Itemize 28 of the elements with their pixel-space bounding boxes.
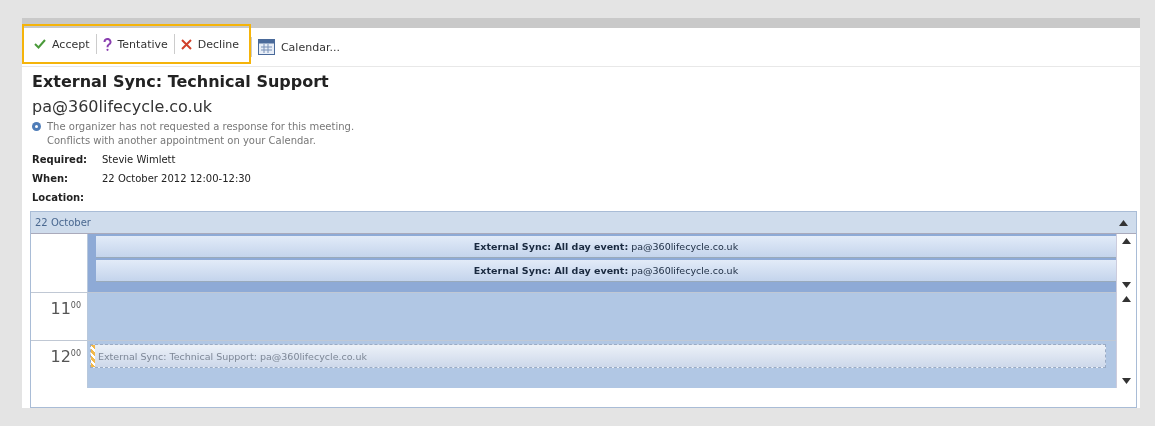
field-value: Stevie Wimlett xyxy=(102,153,177,167)
question-mark-icon xyxy=(102,37,112,51)
info-message: The organizer has not requested a response for this meeting. xyxy=(47,120,355,134)
organizer-email: pa@360lifecycle.co.uk xyxy=(32,97,214,116)
cross-icon xyxy=(180,38,192,50)
scroll-down-icon[interactable] xyxy=(1122,282,1131,288)
calendar-button[interactable]: Calendar... xyxy=(251,35,346,59)
accept-button[interactable]: Accept xyxy=(28,32,96,56)
scroll-up-icon[interactable] xyxy=(1119,219,1128,226)
field-value: 22 October 2012 12:00-12:30 xyxy=(102,172,252,186)
meeting-title: External Sync: Technical Support xyxy=(32,72,330,91)
hour-label: 12$^{00}$ xyxy=(31,340,88,388)
scroll-down-icon[interactable] xyxy=(1122,378,1131,384)
all-day-event[interactable]: External Sync: All day event: pa@360lifecycle.co.uk xyxy=(96,260,1116,282)
scroll-up-icon[interactable] xyxy=(1122,296,1131,302)
date-header: 22 October xyxy=(35,217,91,228)
check-icon xyxy=(34,39,46,49)
scroll-up-icon[interactable] xyxy=(1122,238,1131,244)
field-label: Location: xyxy=(32,191,86,205)
hour-label: 11$^{00}$ xyxy=(31,292,88,340)
info-icon xyxy=(32,122,41,131)
all-day-event[interactable]: External Sync: All day event: pa@360lifecycle.co.uk xyxy=(96,236,1116,258)
field-label: When: xyxy=(32,172,70,186)
info-message: Conflicts with another appointment on your Calendar. xyxy=(47,134,317,148)
decline-button[interactable]: Decline xyxy=(174,32,245,56)
calendar-icon xyxy=(257,39,275,55)
field-label: Required: xyxy=(32,153,89,167)
tentative-button[interactable]: Tentative xyxy=(96,32,174,56)
